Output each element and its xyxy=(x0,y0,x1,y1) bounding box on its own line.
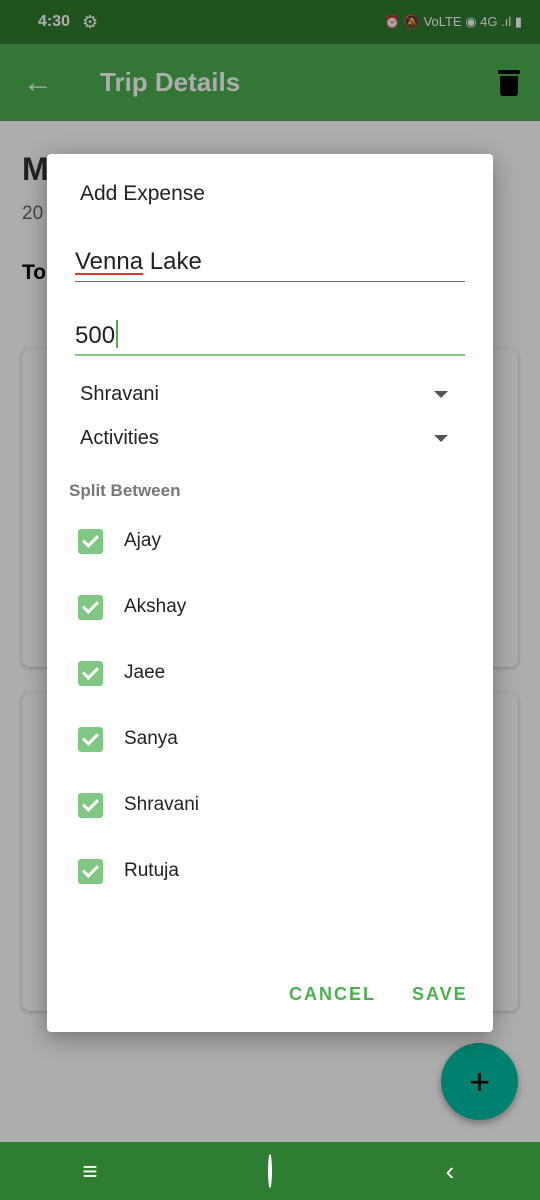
member-name: Shravani xyxy=(124,794,199,815)
expense-name-field[interactable]: Venna Lake xyxy=(75,246,465,282)
member-checkbox-row[interactable]: Sanya xyxy=(78,724,178,754)
checkbox-checked[interactable] xyxy=(78,528,103,554)
add-expense-dialog: Add Expense Venna Lake 500 Shravani Acti… xyxy=(47,154,493,1032)
system-nav-bar: ≡ ‹ xyxy=(0,1142,540,1200)
member-checkbox-row[interactable]: Rutuja xyxy=(78,856,179,886)
dialog-title: Add Expense xyxy=(80,182,205,205)
checkbox-checked[interactable] xyxy=(78,858,103,884)
split-between-label: Split Between xyxy=(69,481,181,500)
checkbox-checked[interactable] xyxy=(78,594,103,620)
dropdown-arrow-icon xyxy=(434,390,448,398)
member-checkbox-row[interactable]: Ajay xyxy=(78,526,161,556)
category-value: Activities xyxy=(80,426,159,449)
menu-icon[interactable]: ≡ xyxy=(60,1156,120,1187)
expense-name-word1: Venna xyxy=(75,248,144,275)
expense-amount-value: 500 xyxy=(75,322,116,349)
cancel-button[interactable]: CANCEL xyxy=(289,984,376,1005)
expense-amount-field[interactable]: 500 xyxy=(75,318,465,356)
member-name: Rutuja xyxy=(124,860,179,881)
checkbox-checked[interactable] xyxy=(78,726,103,752)
paid-by-value: Shravani xyxy=(80,382,159,405)
expense-name-word2: Lake xyxy=(143,248,202,275)
dropdown-arrow-icon xyxy=(434,434,448,442)
member-checkbox-row[interactable]: Shravani xyxy=(78,790,199,820)
member-name: Jaee xyxy=(124,662,166,683)
save-button[interactable]: SAVE xyxy=(412,984,468,1005)
category-dropdown[interactable]: Activities xyxy=(80,420,448,456)
text-cursor xyxy=(116,320,119,348)
paid-by-dropdown[interactable]: Shravani xyxy=(80,376,448,412)
member-name: Akshay xyxy=(124,596,187,617)
member-name: Ajay xyxy=(124,530,161,551)
member-checkbox-row[interactable]: Jaee xyxy=(78,658,165,688)
checkbox-checked[interactable] xyxy=(78,792,103,818)
member-name: Sanya xyxy=(124,728,178,749)
back-icon[interactable]: ‹ xyxy=(420,1156,480,1187)
home-icon[interactable] xyxy=(240,1153,300,1188)
checkbox-checked[interactable] xyxy=(78,660,103,686)
member-checkbox-row[interactable]: Akshay xyxy=(78,592,186,622)
